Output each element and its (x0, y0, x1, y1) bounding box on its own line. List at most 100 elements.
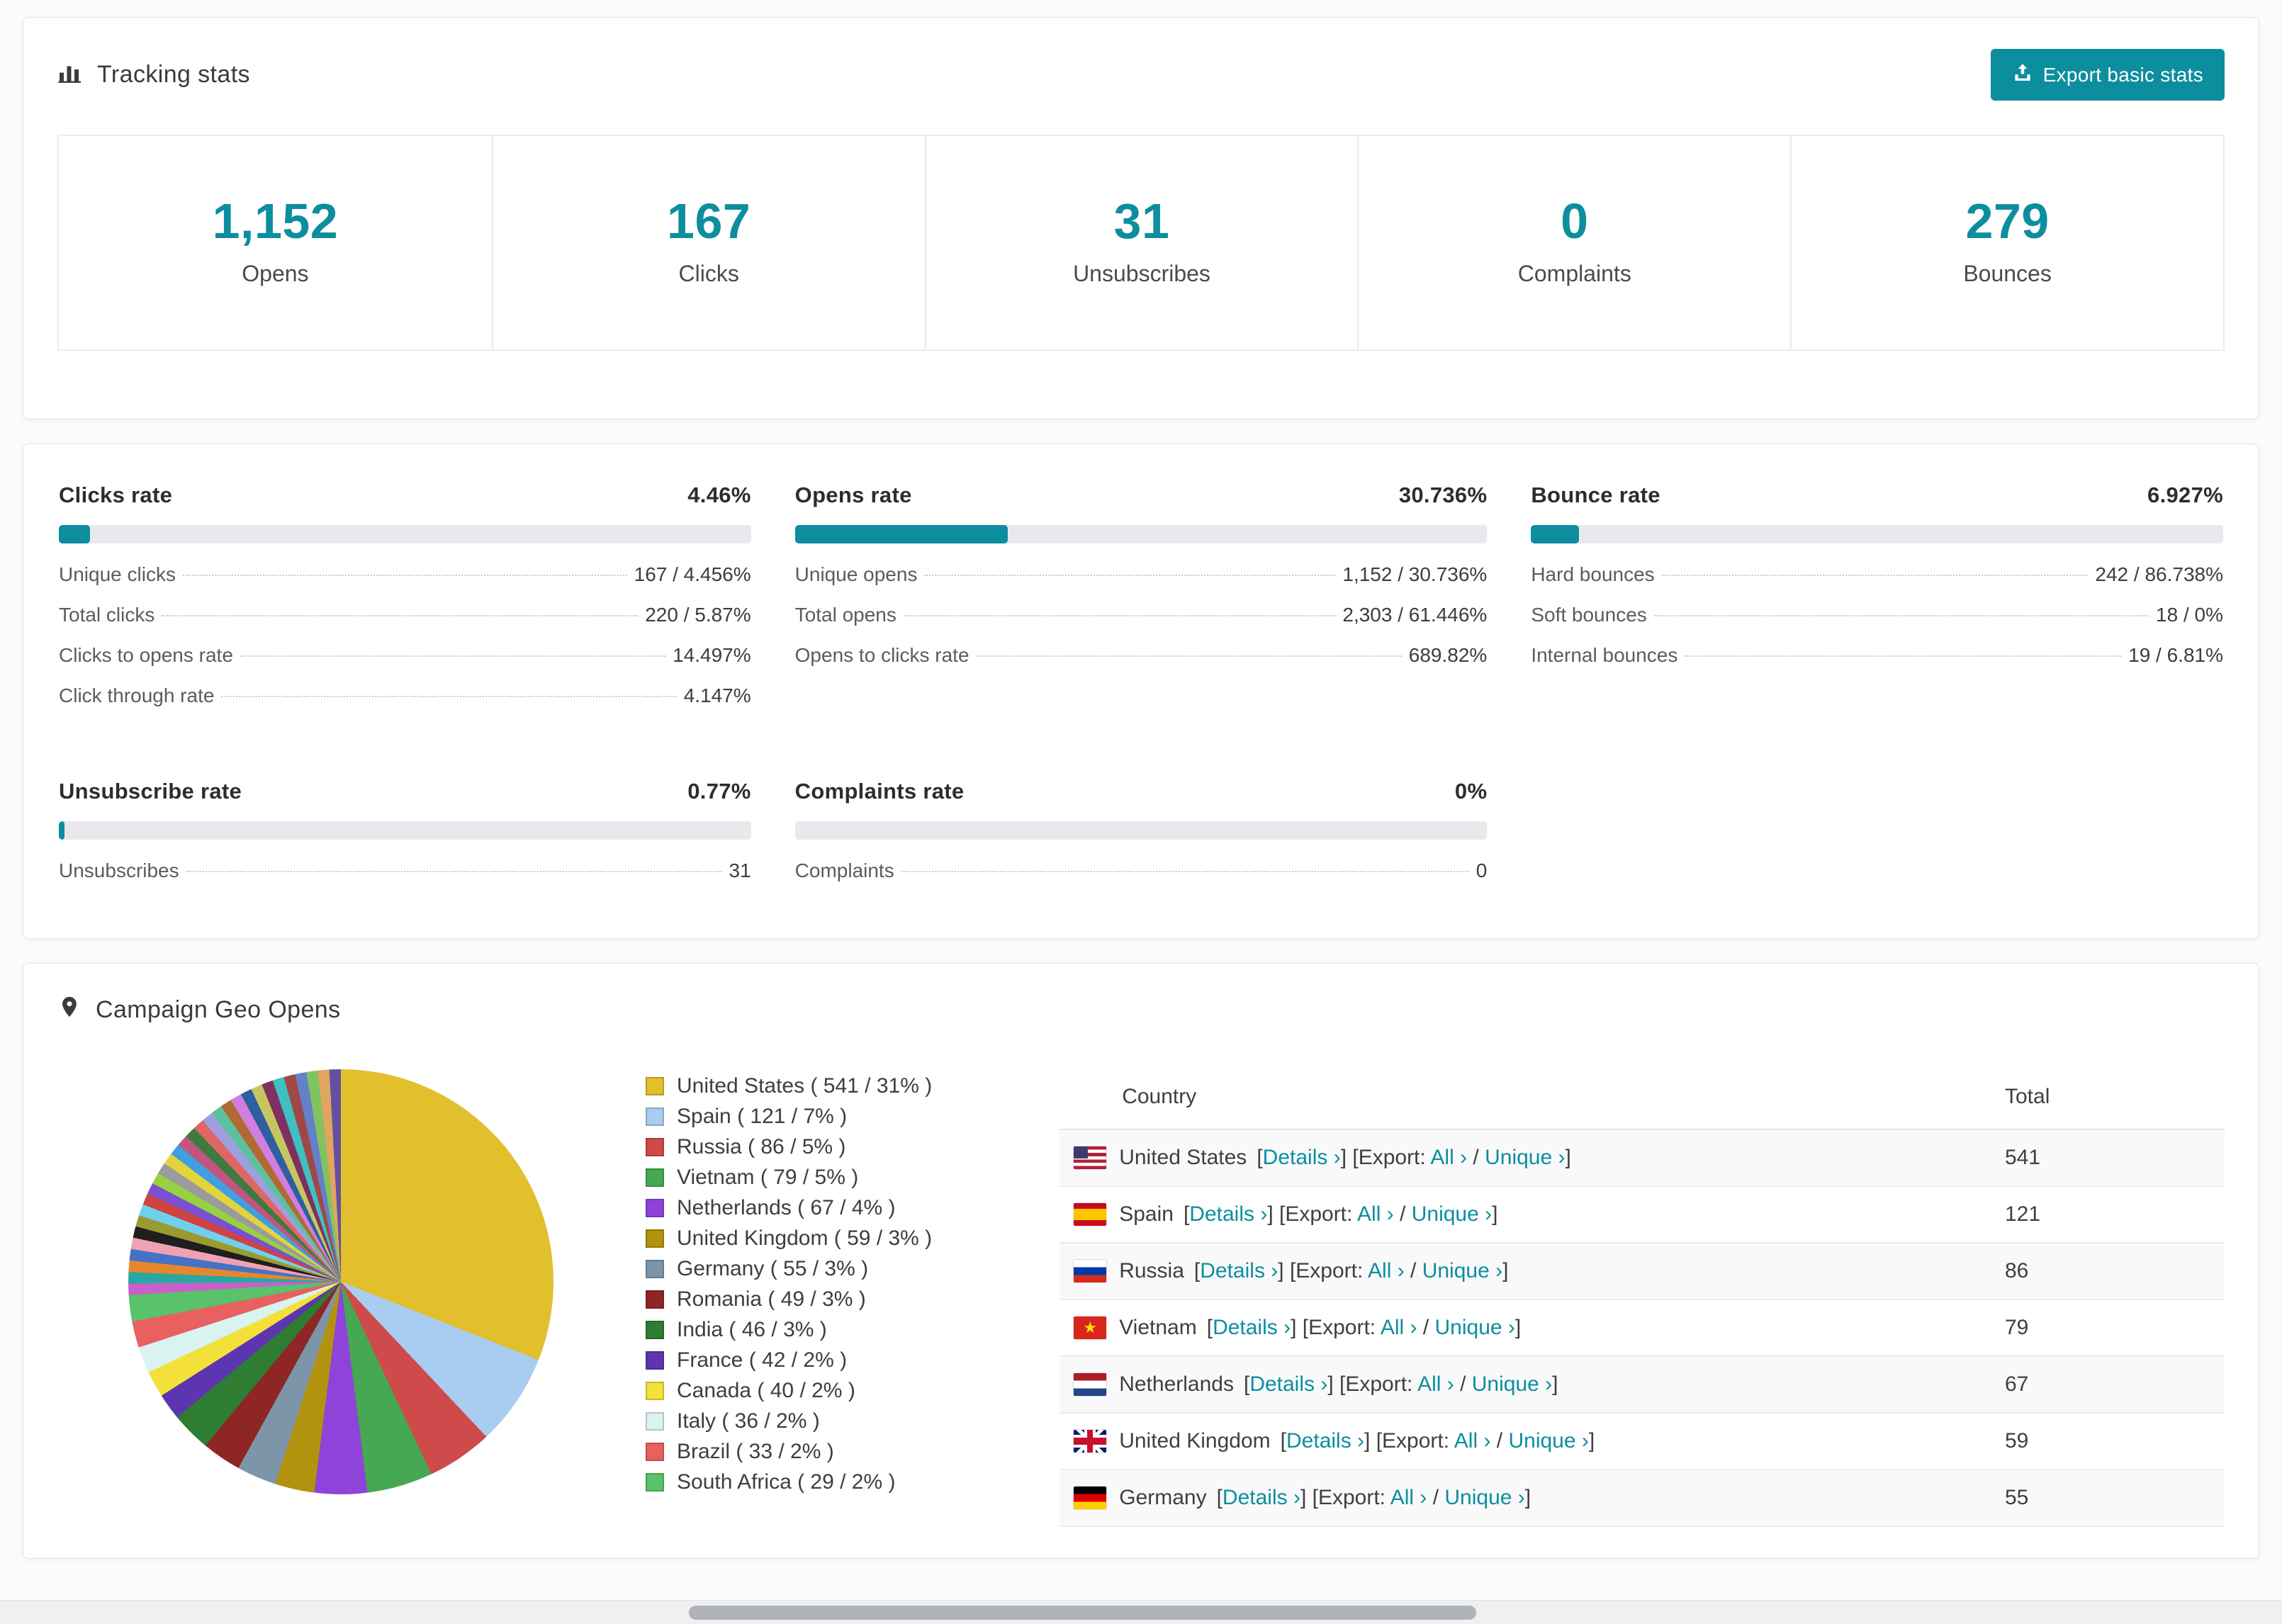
legend-label: Canada ( 40 / 2% ) (677, 1378, 855, 1402)
geo-opens-card: Campaign Geo Opens United States ( 541 /… (23, 963, 2259, 1559)
export-unique-link[interactable]: Unique › (1472, 1372, 1552, 1396)
legend-item: Russia ( 86 / 5% ) (646, 1132, 932, 1162)
dotted-leader (182, 575, 627, 576)
rate-panel: Clicks rate 4.46% Unique clicks 167 / 4.456… (59, 483, 751, 725)
legend-swatch (646, 1076, 664, 1095)
rate-value: 4.46% (687, 483, 751, 507)
flag-es-icon (1074, 1203, 1107, 1226)
legend-swatch (646, 1411, 664, 1431)
country-cell: Russia [Details ›] [Export: All › / Uniqu… (1074, 1259, 1977, 1283)
country-total: 79 (1991, 1299, 2225, 1357)
horizontal-scrollbar-track[interactable] (0, 1600, 2282, 1624)
horizontal-scrollbar-thumb[interactable] (689, 1606, 1477, 1620)
rate-row-value: 242 / 86.738% (2095, 563, 2223, 585)
country-cell: United Kingdom [Details ›] [Export: All ›… (1074, 1429, 1977, 1453)
export-unique-link[interactable]: Unique › (1422, 1259, 1502, 1282)
flag-us-icon (1074, 1146, 1107, 1169)
country-cell: Germany [Details ›] [Export: All › / Uniq… (1074, 1486, 1977, 1510)
rate-row-value: 14.497% (673, 644, 751, 666)
details-link[interactable]: Details › (1263, 1146, 1341, 1169)
export-all-link[interactable]: All › (1430, 1146, 1467, 1169)
export-basic-stats-button[interactable]: Export basic stats (1990, 49, 2225, 101)
country-cell: Netherlands [Details ›] [Export: All › / … (1074, 1372, 1977, 1397)
dotted-leader (1653, 615, 2149, 616)
stat-label: Unsubscribes (1073, 261, 1210, 286)
export-all-link[interactable]: All › (1368, 1259, 1405, 1282)
table-header-row: Country Total (1060, 1065, 2225, 1130)
rate-value: 0% (1454, 779, 1488, 803)
tracking-stats-header: Tracking stats Export basic stats (57, 49, 2225, 101)
stat-box: 167 Clicks (491, 136, 925, 349)
rate-title: Unsubscribe rate (59, 779, 242, 803)
legend-item: Italy ( 36 / 2% ) (646, 1406, 932, 1436)
export-unique-link[interactable]: Unique › (1485, 1146, 1565, 1169)
row-links: [Details ›] [Export: All › / Unique ›] (1193, 1259, 1509, 1282)
legend-swatch (646, 1350, 664, 1370)
export-basic-stats-label: Export basic stats (2042, 63, 2203, 86)
details-link[interactable]: Details › (1200, 1259, 1278, 1282)
bar-chart-icon (57, 59, 83, 91)
details-link[interactable]: Details › (1286, 1429, 1364, 1453)
export-unique-link[interactable]: Unique › (1412, 1202, 1492, 1226)
geo-pie-chart (128, 1069, 553, 1494)
stat-box: 279 Bounces (1790, 136, 2223, 349)
geo-table-body: United States [Details ›] [Export: All › … (1060, 1129, 2225, 1527)
rate-row-label: Opens to clicks rate (794, 644, 969, 666)
rate-row-label: Unique clicks (59, 563, 176, 585)
tracking-stats-title-text: Tracking stats (97, 61, 250, 88)
legend-item: Netherlands ( 67 / 4% ) (646, 1192, 932, 1223)
rate-header: Opens rate 30.736% (795, 483, 1488, 508)
table-row: Spain [Details ›] [Export: All › / Unique… (1060, 1186, 2225, 1244)
geo-title: Campaign Geo Opens (57, 995, 341, 1025)
rate-value: 0.77% (687, 779, 751, 803)
rates-card: Clicks rate 4.46% Unique clicks 167 / 4.456… (23, 444, 2259, 939)
rate-row-label: Total opens (794, 604, 896, 626)
export-all-link[interactable]: All › (1417, 1372, 1454, 1396)
export-all-link[interactable]: All › (1381, 1316, 1417, 1339)
legend-label: Vietnam ( 79 / 5% ) (677, 1165, 859, 1189)
export-unique-link[interactable]: Unique › (1508, 1429, 1588, 1453)
rate-row: Unsubscribes 31 (59, 859, 751, 900)
rate-panel: Opens rate 30.736% Unique opens 1,152 / 30.… (794, 483, 1488, 725)
rate-header: Complaints rate 0% (795, 779, 1488, 804)
legend-swatch (646, 1107, 664, 1126)
export-all-link[interactable]: All › (1454, 1429, 1491, 1453)
legend-swatch (646, 1472, 664, 1492)
details-link[interactable]: Details › (1249, 1372, 1327, 1396)
legend-label: United Kingdom ( 59 / 3% ) (677, 1226, 933, 1250)
legend-item: United Kingdom ( 59 / 3% ) (646, 1223, 932, 1253)
rate-row: Internal bounces 19 / 6.81% (1531, 644, 2223, 684)
rate-row-label: Soft bounces (1531, 604, 1647, 626)
stat-label: Clicks (678, 261, 739, 286)
rate-row-value: 220 / 5.87% (645, 604, 751, 626)
legend-swatch (646, 1290, 664, 1309)
details-link[interactable]: Details › (1189, 1202, 1267, 1226)
dotted-leader (1685, 655, 2122, 657)
details-link[interactable]: Details › (1213, 1316, 1291, 1339)
rate-row-label: Unique opens (794, 563, 918, 585)
rate-row: Unique clicks 167 / 4.456% (59, 563, 751, 604)
rate-header: Bounce rate 6.927% (1531, 483, 2223, 508)
geo-table-wrap: Country Total United States [Details ›] [… (1060, 1065, 2225, 1527)
stat-box: 31 Unsubscribes (924, 136, 1358, 349)
stat-label: Bounces (1963, 261, 2052, 286)
flag-vn-icon (1074, 1316, 1107, 1339)
stats-summary: 1,152 Opens 167 Clicks 31 Unsubscribes 0 Compla… (57, 135, 2225, 351)
rate-row: Clicks to opens rate 14.497% (59, 644, 751, 684)
rate-row-label: Click through rate (59, 684, 215, 706)
details-link[interactable]: Details › (1222, 1486, 1300, 1509)
legend-label: Russia ( 86 / 5% ) (677, 1134, 846, 1158)
table-row: Netherlands [Details ›] [Export: All › / … (1060, 1356, 2225, 1414)
rate-row-value: 31 (729, 859, 751, 881)
map-pin-icon (57, 995, 82, 1025)
export-all-link[interactable]: All › (1390, 1486, 1427, 1509)
rate-row-value: 4.147% (683, 684, 751, 706)
rate-row-value: 19 / 6.81% (2128, 644, 2223, 666)
export-unique-link[interactable]: Unique › (1444, 1486, 1524, 1509)
rate-row: Click through rate 4.147% (59, 684, 751, 725)
legend-label: United States ( 541 / 31% ) (677, 1073, 933, 1098)
export-all-link[interactable]: All › (1357, 1202, 1394, 1226)
country-name: Netherlands (1119, 1372, 1234, 1396)
export-unique-link[interactable]: Unique › (1435, 1316, 1515, 1339)
rate-value: 30.736% (1398, 483, 1488, 507)
